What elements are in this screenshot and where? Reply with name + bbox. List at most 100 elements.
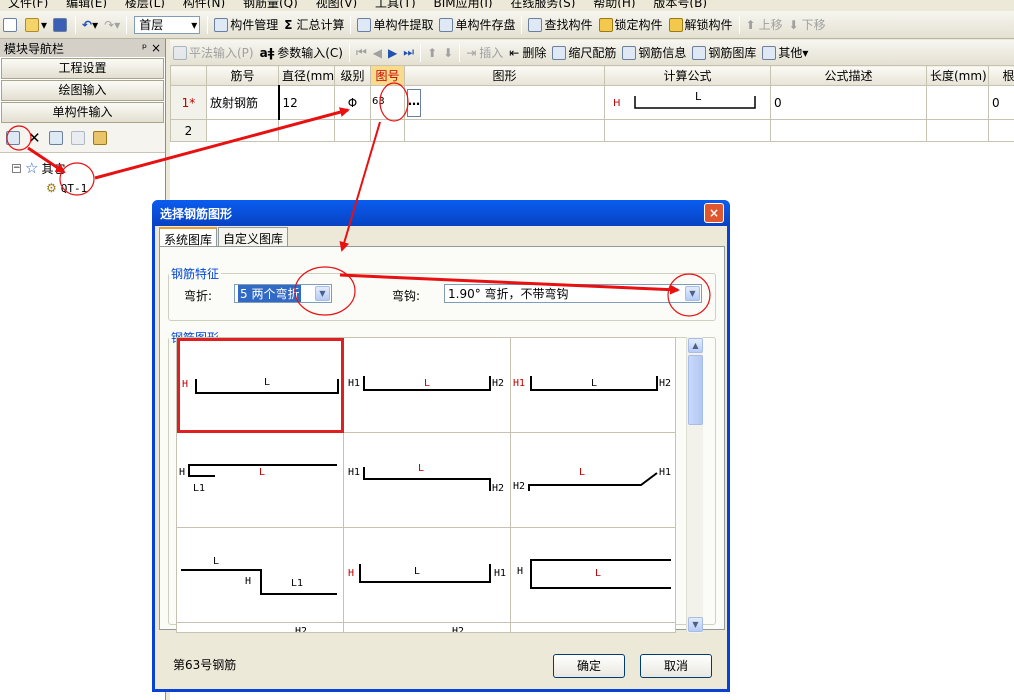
shape-cell[interactable]: H L: [511, 528, 675, 623]
unlock-component-button[interactable]: 解锁构件: [666, 14, 736, 36]
new-file-button[interactable]: [0, 14, 22, 36]
cell-name[interactable]: [206, 119, 279, 142]
table-row[interactable]: 1* 放射钢筋 12 Φ 63 … H L 0 0 1: [170, 85, 1014, 120]
delete-icon[interactable]: ✕: [28, 129, 41, 147]
component-mgmt-button[interactable]: 构件管理: [211, 14, 281, 36]
cell-figure-picker[interactable]: …: [404, 85, 605, 120]
cell-formula[interactable]: 0: [770, 85, 927, 120]
col-header[interactable]: 公式描述: [770, 65, 927, 86]
shape-cell[interactable]: H L H1: [344, 528, 511, 623]
col-header[interactable]: 直径(mm): [278, 65, 335, 86]
scroll-thumb[interactable]: [688, 355, 703, 425]
dialog-titlebar[interactable]: 选择钢筋图形 ×: [152, 200, 730, 226]
find-component-button[interactable]: 查找构件: [525, 14, 595, 36]
shape-cell-selected[interactable]: H L: [177, 338, 344, 433]
single-save-button[interactable]: 单构件存盘: [436, 14, 518, 36]
bend-select[interactable]: 5 两个弯折 ▼: [234, 284, 332, 303]
copy-icon[interactable]: [48, 130, 63, 145]
redo-button[interactable]: ↷ ▾: [101, 14, 123, 36]
scale-rebar-button[interactable]: 缩尺配筋: [549, 42, 619, 64]
menu-tools[interactable]: 工具(T): [375, 0, 416, 8]
shape-cell[interactable]: L H L1: [177, 528, 344, 623]
menu-version[interactable]: 版本号(B): [653, 0, 707, 8]
shape-cell[interactable]: H L L1: [177, 433, 344, 528]
last-record-button[interactable]: ⏭: [400, 42, 417, 64]
delete-row-button[interactable]: ⇤ 删除: [506, 42, 549, 64]
insert-button[interactable]: ⇥ 插入: [463, 42, 506, 64]
col-header[interactable]: 级别: [334, 65, 371, 86]
ok-button[interactable]: 确定: [553, 654, 625, 678]
cell-name[interactable]: 放射钢筋: [206, 85, 280, 120]
move-up-button[interactable]: ⬆ 上移: [743, 14, 786, 36]
menu-help[interactable]: 帮助(H): [593, 0, 635, 8]
cell-grade[interactable]: [334, 119, 371, 142]
first-record-button[interactable]: ⏮: [353, 42, 370, 64]
shape-cell[interactable]: H1 L H2: [344, 433, 511, 528]
flat-input-button[interactable]: 平法输入(P): [170, 42, 257, 64]
scroll-down-icon[interactable]: ▼: [688, 617, 703, 632]
col-header[interactable]: 图形: [404, 65, 605, 86]
cell-grade[interactable]: Φ: [334, 85, 371, 120]
shape-cell[interactable]: H1 L H2: [511, 338, 675, 433]
lock-component-button[interactable]: 锁定构件: [596, 14, 666, 36]
new-component-icon[interactable]: [6, 130, 20, 145]
chevron-down-icon[interactable]: ▼: [315, 286, 330, 301]
row-up-button[interactable]: ⬆: [424, 42, 440, 64]
shape-cell[interactable]: H2 L H1: [511, 433, 675, 528]
menu-online[interactable]: 在线服务(S): [510, 0, 575, 8]
shape-cell[interactable]: [511, 623, 675, 632]
col-header[interactable]: 根数: [988, 65, 1014, 86]
other-button[interactable]: 其他 ▾: [759, 42, 811, 64]
chevron-down-icon[interactable]: ▼: [685, 286, 700, 301]
collapse-icon[interactable]: −: [12, 163, 21, 173]
cell-formula[interactable]: [770, 119, 927, 142]
cell-shape[interactable]: [604, 119, 771, 142]
tree-item-qt1[interactable]: ⚙ QT-1: [46, 181, 87, 195]
open-button[interactable]: ▾: [22, 14, 50, 36]
cell-diameter[interactable]: [278, 119, 335, 142]
shape-cell[interactable]: H2: [177, 623, 344, 632]
hook-select[interactable]: 1.90° 弯折，不带弯钩 ▼: [444, 284, 702, 303]
menu-rebar-qty[interactable]: 钢筋量(Q): [243, 0, 298, 8]
move-down-button[interactable]: ⬇ 下移: [786, 14, 829, 36]
summary-calc-button[interactable]: Σ 汇总计算: [281, 14, 347, 36]
close-icon[interactable]: ×: [704, 203, 724, 223]
floor-select[interactable]: 首层 ▾: [134, 15, 201, 34]
col-header-selected[interactable]: 图号: [370, 65, 405, 86]
menu-file[interactable]: 文件(F): [8, 0, 48, 8]
menu-floor[interactable]: 楼层(L): [125, 0, 165, 8]
table-row[interactable]: 2: [170, 119, 1014, 142]
rebar-lib-button[interactable]: 钢筋图库: [689, 42, 759, 64]
row-number[interactable]: 1*: [170, 85, 207, 120]
menu-bim[interactable]: BIM应用(I): [434, 0, 493, 8]
cell-desc[interactable]: [926, 119, 989, 142]
scroll-up-icon[interactable]: ▲: [688, 338, 703, 353]
col-header[interactable]: 计算公式: [604, 65, 771, 86]
shape-gallery-scrollbar[interactable]: ▲ ▼: [686, 337, 703, 633]
menu-component[interactable]: 构件(N): [183, 0, 225, 8]
cell-shape[interactable]: H L: [604, 85, 771, 120]
cell-figure-no[interactable]: 63: [370, 85, 405, 120]
next-record-button[interactable]: ▶: [385, 42, 400, 64]
single-extract-button[interactable]: 单构件提取: [354, 14, 436, 36]
cancel-button[interactable]: 取消: [640, 654, 712, 678]
pin-close-icon[interactable]: ᵖ ×: [142, 41, 161, 55]
nav-drawing-input[interactable]: 绘图输入: [1, 80, 164, 101]
menu-edit[interactable]: 编辑(E): [66, 0, 107, 8]
shape-cell[interactable]: H2: [344, 623, 511, 632]
cell-desc[interactable]: [926, 85, 989, 120]
row-down-button[interactable]: ⬇: [440, 42, 456, 64]
prev-record-button[interactable]: ◀: [370, 42, 385, 64]
ellipsis-button[interactable]: …: [407, 88, 421, 117]
cell-length[interactable]: 0: [988, 85, 1014, 120]
nav-project-settings[interactable]: 工程设置: [1, 58, 164, 79]
shape-cell[interactable]: H1 L H2: [344, 338, 511, 433]
cell-diameter[interactable]: 12: [278, 85, 335, 120]
cell-figure-no[interactable]: [370, 119, 405, 142]
row-number[interactable]: 2: [170, 119, 207, 142]
cell-length[interactable]: [988, 119, 1014, 142]
col-header[interactable]: 长度(mm): [926, 65, 989, 86]
menu-view[interactable]: 视图(V): [316, 0, 358, 8]
col-header[interactable]: 筋号: [206, 65, 279, 86]
nav-single-component-input[interactable]: 单构件输入: [1, 102, 164, 123]
